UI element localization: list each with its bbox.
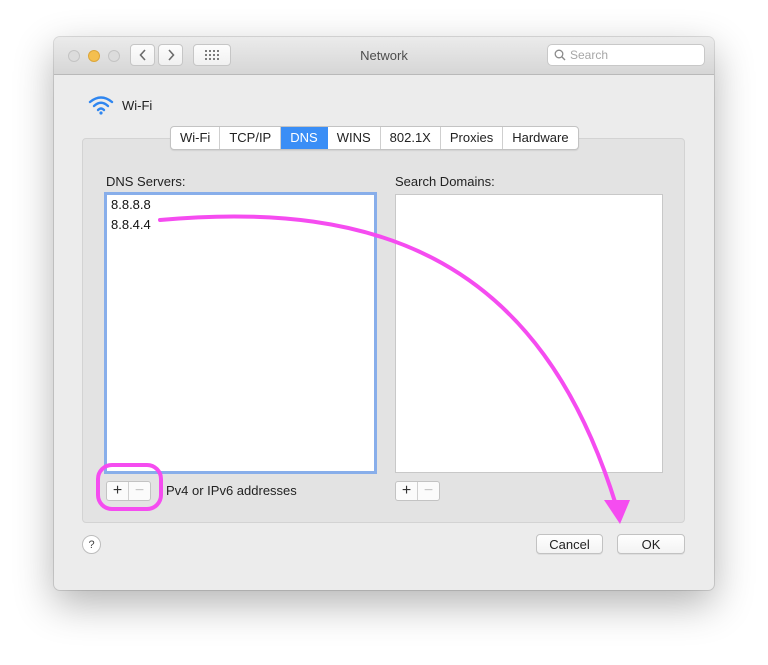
dns-hint-text: Pv4 or IPv6 addresses	[166, 483, 297, 498]
dns-add-remove-control: + −	[106, 481, 151, 501]
ok-button[interactable]: OK	[617, 534, 685, 554]
interface-header: Wi-Fi	[88, 95, 152, 115]
tab-bar: Wi-Fi TCP/IP DNS WINS 802.1X Proxies Har…	[170, 126, 579, 150]
interface-name: Wi-Fi	[122, 97, 153, 113]
dns-servers-label: DNS Servers:	[106, 174, 186, 189]
tab-wins[interactable]: WINS	[328, 127, 381, 149]
help-button[interactable]: ?	[82, 535, 101, 554]
dns-servers-list[interactable]: 8.8.8.8 8.8.4.4	[104, 192, 377, 474]
cancel-button[interactable]: Cancel	[536, 534, 603, 554]
tab-proxies[interactable]: Proxies	[441, 127, 504, 149]
wifi-icon	[88, 96, 114, 115]
title-bar: Network	[54, 37, 714, 75]
domain-add-remove-control: + −	[395, 481, 440, 501]
tab-tcpip[interactable]: TCP/IP	[220, 127, 282, 149]
tab-8021x[interactable]: 802.1X	[381, 127, 441, 149]
search-field[interactable]	[547, 44, 705, 66]
search-domains-label: Search Domains:	[395, 174, 495, 189]
list-item[interactable]: 8.8.8.8	[107, 195, 374, 215]
search-input[interactable]	[570, 48, 690, 62]
tab-hardware[interactable]: Hardware	[503, 127, 577, 149]
search-domains-list[interactable]	[395, 194, 663, 473]
network-window: Network Wi-Fi Wi-Fi TCP/IP DNS WINS 802.…	[54, 37, 714, 590]
tab-wifi[interactable]: Wi-Fi	[171, 127, 221, 149]
remove-domain-button[interactable]: −	[418, 482, 439, 500]
add-dns-button[interactable]: +	[107, 482, 129, 500]
remove-dns-button[interactable]: −	[129, 482, 150, 500]
list-item[interactable]: 8.8.4.4	[107, 215, 374, 235]
tab-dns[interactable]: DNS	[281, 127, 328, 149]
search-icon	[554, 49, 566, 61]
add-domain-button[interactable]: +	[396, 482, 418, 500]
